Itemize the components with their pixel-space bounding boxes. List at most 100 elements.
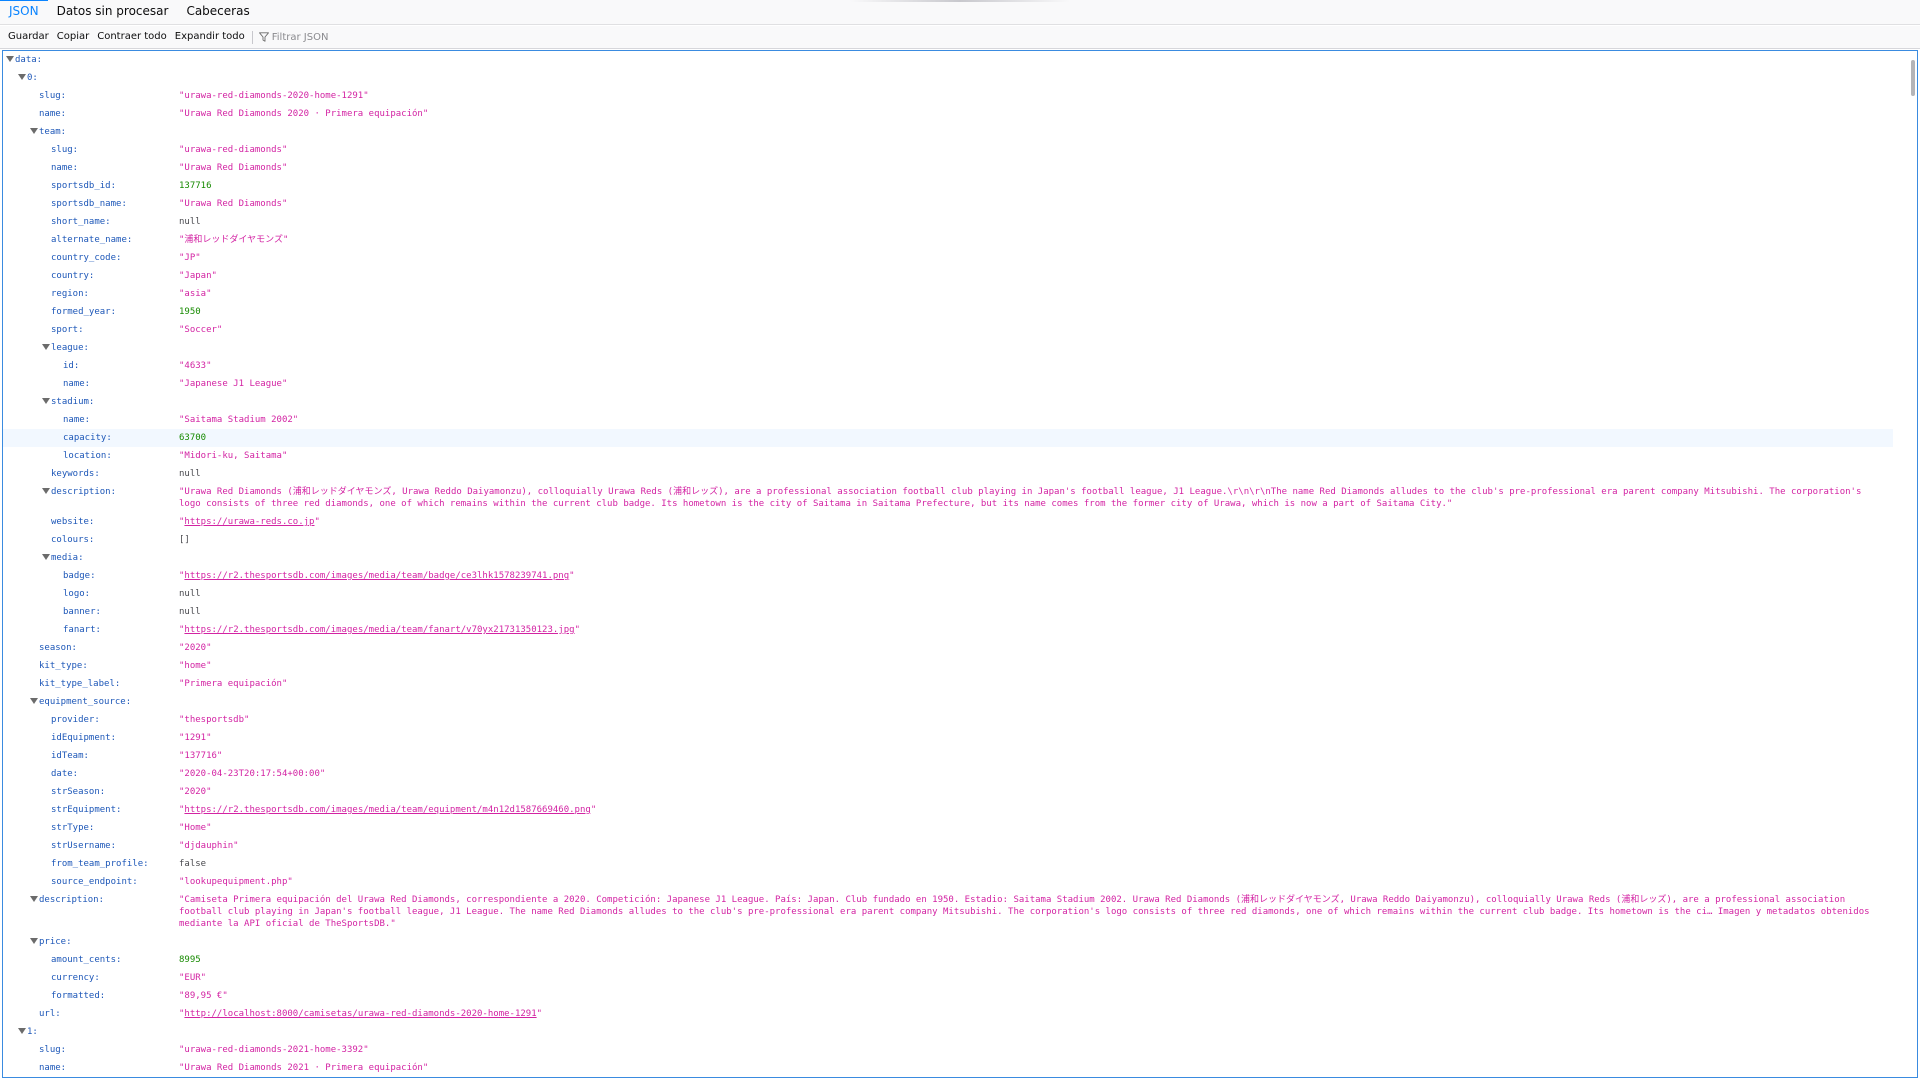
json-row[interactable]: description: "Urawa Red Diamonds (浦和レッドダイ… <box>3 483 1893 513</box>
json-row[interactable]: name: "Saitama Stadium 2002" <box>3 411 1893 429</box>
json-row[interactable]: alternate_name: "浦和レッドダイヤモンズ" <box>3 231 1893 249</box>
json-row[interactable]: kit_type_label: "Primera equipación" <box>3 675 1893 693</box>
json-key: badge: <box>63 571 96 581</box>
expand-toggle-icon[interactable] <box>30 896 38 902</box>
json-row[interactable]: sportsdb_name: "Urawa Red Diamonds" <box>3 195 1893 213</box>
json-row[interactable]: strType: "Home" <box>3 819 1893 837</box>
json-row[interactable]: location: "Midori-ku, Saitama" <box>3 447 1893 465</box>
expand-toggle-icon[interactable] <box>30 128 38 134</box>
json-row[interactable]: media: <box>3 549 1893 567</box>
json-row[interactable]: url: "http://localhost:8000/camisetas/ura… <box>3 1005 1893 1023</box>
json-row[interactable]: strUsername: "djdauphin" <box>3 837 1893 855</box>
json-row[interactable]: date: "2020-04-23T20:17:54+00:00" <box>3 765 1893 783</box>
json-row[interactable]: from_team_profile: false <box>3 855 1893 873</box>
json-row[interactable]: slug: "urawa-red-diamonds-2020-home-1291" <box>3 87 1893 105</box>
tab-headers[interactable]: Cabeceras <box>177 0 258 24</box>
json-row[interactable]: team: <box>3 123 1893 141</box>
json-row[interactable]: slug: "urawa-red-diamonds" <box>3 141 1893 159</box>
json-value: "https://r2.thesportsdb.com/images/media… <box>179 571 575 581</box>
json-row[interactable]: capacity: 63700 <box>3 429 1893 447</box>
expand-toggle-icon[interactable] <box>42 554 50 560</box>
json-row[interactable]: description: "Camiseta Primera equipación… <box>3 891 1893 933</box>
json-row[interactable]: slug: "urawa-red-diamonds-2021-home-3392" <box>3 1041 1893 1059</box>
json-row[interactable]: name: "Japanese J1 League" <box>3 375 1893 393</box>
expand-toggle-icon[interactable] <box>6 56 14 62</box>
vertical-scrollbar[interactable] <box>1908 52 1916 1076</box>
json-row[interactable]: league: <box>3 339 1893 357</box>
json-row[interactable]: colours: [] <box>3 531 1893 549</box>
funnel-icon <box>258 32 269 42</box>
json-value: "home" <box>179 661 212 671</box>
json-key: banner: <box>63 607 101 617</box>
json-url-link[interactable]: https://r2.thesportsdb.com/images/media/… <box>184 571 569 581</box>
expand-toggle-icon[interactable] <box>18 1028 26 1034</box>
json-row[interactable]: season: "2020" <box>3 639 1893 657</box>
expand-toggle-icon[interactable] <box>18 74 26 80</box>
json-value: "Urawa Red Diamonds" <box>179 163 288 173</box>
filter-box[interactable] <box>257 28 474 46</box>
json-url-link[interactable]: https://r2.thesportsdb.com/images/media/… <box>184 625 574 635</box>
json-row[interactable]: id: "4633" <box>3 357 1893 375</box>
json-url-link[interactable]: http://localhost:8000/camisetas/urawa-re… <box>184 1009 536 1019</box>
json-key: alternate_name: <box>51 235 133 245</box>
json-row[interactable]: data: <box>3 51 1893 69</box>
collapse-all-button[interactable]: Contraer todo <box>93 28 171 46</box>
json-row[interactable]: website: "https://urawa-reds.co.jp" <box>3 513 1893 531</box>
json-row[interactable]: name: "Urawa Red Diamonds" <box>3 159 1893 177</box>
json-row[interactable]: strEquipment: "https://r2.thesportsdb.com… <box>3 801 1893 819</box>
json-key: name: <box>63 379 91 389</box>
json-row[interactable]: sportsdb_id: 137716 <box>3 177 1893 195</box>
json-row[interactable]: formatted: "89,95 €" <box>3 987 1893 1005</box>
json-row[interactable]: keywords: null <box>3 465 1893 483</box>
json-row[interactable]: country: "Japan" <box>3 267 1893 285</box>
json-row[interactable]: sport: "Soccer" <box>3 321 1893 339</box>
expand-toggle-icon[interactable] <box>30 698 38 704</box>
tab-raw-data[interactable]: Datos sin procesar <box>48 0 178 24</box>
json-row[interactable]: kit_type: "home" <box>3 657 1893 675</box>
json-key: url: <box>39 1009 61 1019</box>
json-row[interactable]: region: "asia" <box>3 285 1893 303</box>
json-row[interactable]: formed_year: 1950 <box>3 303 1893 321</box>
expand-all-button[interactable]: Expandir todo <box>171 28 249 46</box>
expand-toggle-icon[interactable] <box>42 344 50 350</box>
json-row[interactable]: 0: <box>3 69 1893 87</box>
json-key: colours: <box>51 535 95 545</box>
json-row[interactable]: stadium: <box>3 393 1893 411</box>
copy-button[interactable]: Copiar <box>53 28 93 46</box>
json-row[interactable]: price: <box>3 933 1893 951</box>
json-tree-viewer[interactable]: data: 0: slug: "urawa-red-diamonds-2020-hom… <box>2 50 1918 1078</box>
json-key: name: <box>51 163 79 173</box>
json-row[interactable]: idTeam: "137716" <box>3 747 1893 765</box>
json-row[interactable]: logo: null <box>3 585 1893 603</box>
json-value: "Japan" <box>179 271 217 281</box>
filter-json-input[interactable] <box>271 31 472 43</box>
json-row[interactable]: name: "Urawa Red Diamonds 2020 · Primera … <box>3 105 1893 123</box>
scrollbar-thumb[interactable] <box>1911 60 1915 96</box>
json-row[interactable]: 1: <box>3 1023 1893 1041</box>
json-key: currency: <box>51 973 100 983</box>
expand-toggle-icon[interactable] <box>30 938 38 944</box>
json-row[interactable]: idEquipment: "1291" <box>3 729 1893 747</box>
expand-toggle-icon[interactable] <box>42 398 50 404</box>
json-key: source_endpoint: <box>51 877 138 887</box>
json-row[interactable]: currency: "EUR" <box>3 969 1893 987</box>
json-row[interactable]: short_name: null <box>3 213 1893 231</box>
json-row[interactable]: amount_cents: 8995 <box>3 951 1893 969</box>
json-row[interactable]: source_endpoint: "lookupequipment.php" <box>3 873 1893 891</box>
json-row[interactable]: badge: "https://r2.thesportsdb.com/images… <box>3 567 1893 585</box>
save-button[interactable]: Guardar <box>4 28 53 46</box>
json-toolbar: Guardar Copiar Contraer todo Expandir to… <box>0 26 1920 49</box>
json-row[interactable]: banner: null <box>3 603 1893 621</box>
json-row[interactable]: name: "Urawa Red Diamonds 2021 · Primera … <box>3 1059 1893 1077</box>
json-row[interactable]: provider: "thesportsdb" <box>3 711 1893 729</box>
json-row[interactable]: fanart: "https://r2.thesportsdb.com/image… <box>3 621 1893 639</box>
json-row[interactable]: equipment_source: <box>3 693 1893 711</box>
expand-toggle-icon[interactable] <box>42 488 50 494</box>
json-url-link[interactable]: https://r2.thesportsdb.com/images/media/… <box>184 805 590 815</box>
json-value: "Urawa Red Diamonds" <box>179 199 288 209</box>
json-row[interactable]: country_code: "JP" <box>3 249 1893 267</box>
json-key: id: <box>63 361 80 371</box>
tab-json[interactable]: JSON <box>0 0 48 24</box>
json-row[interactable]: strSeason: "2020" <box>3 783 1893 801</box>
json-url-link[interactable]: https://urawa-reds.co.jp <box>184 517 314 527</box>
